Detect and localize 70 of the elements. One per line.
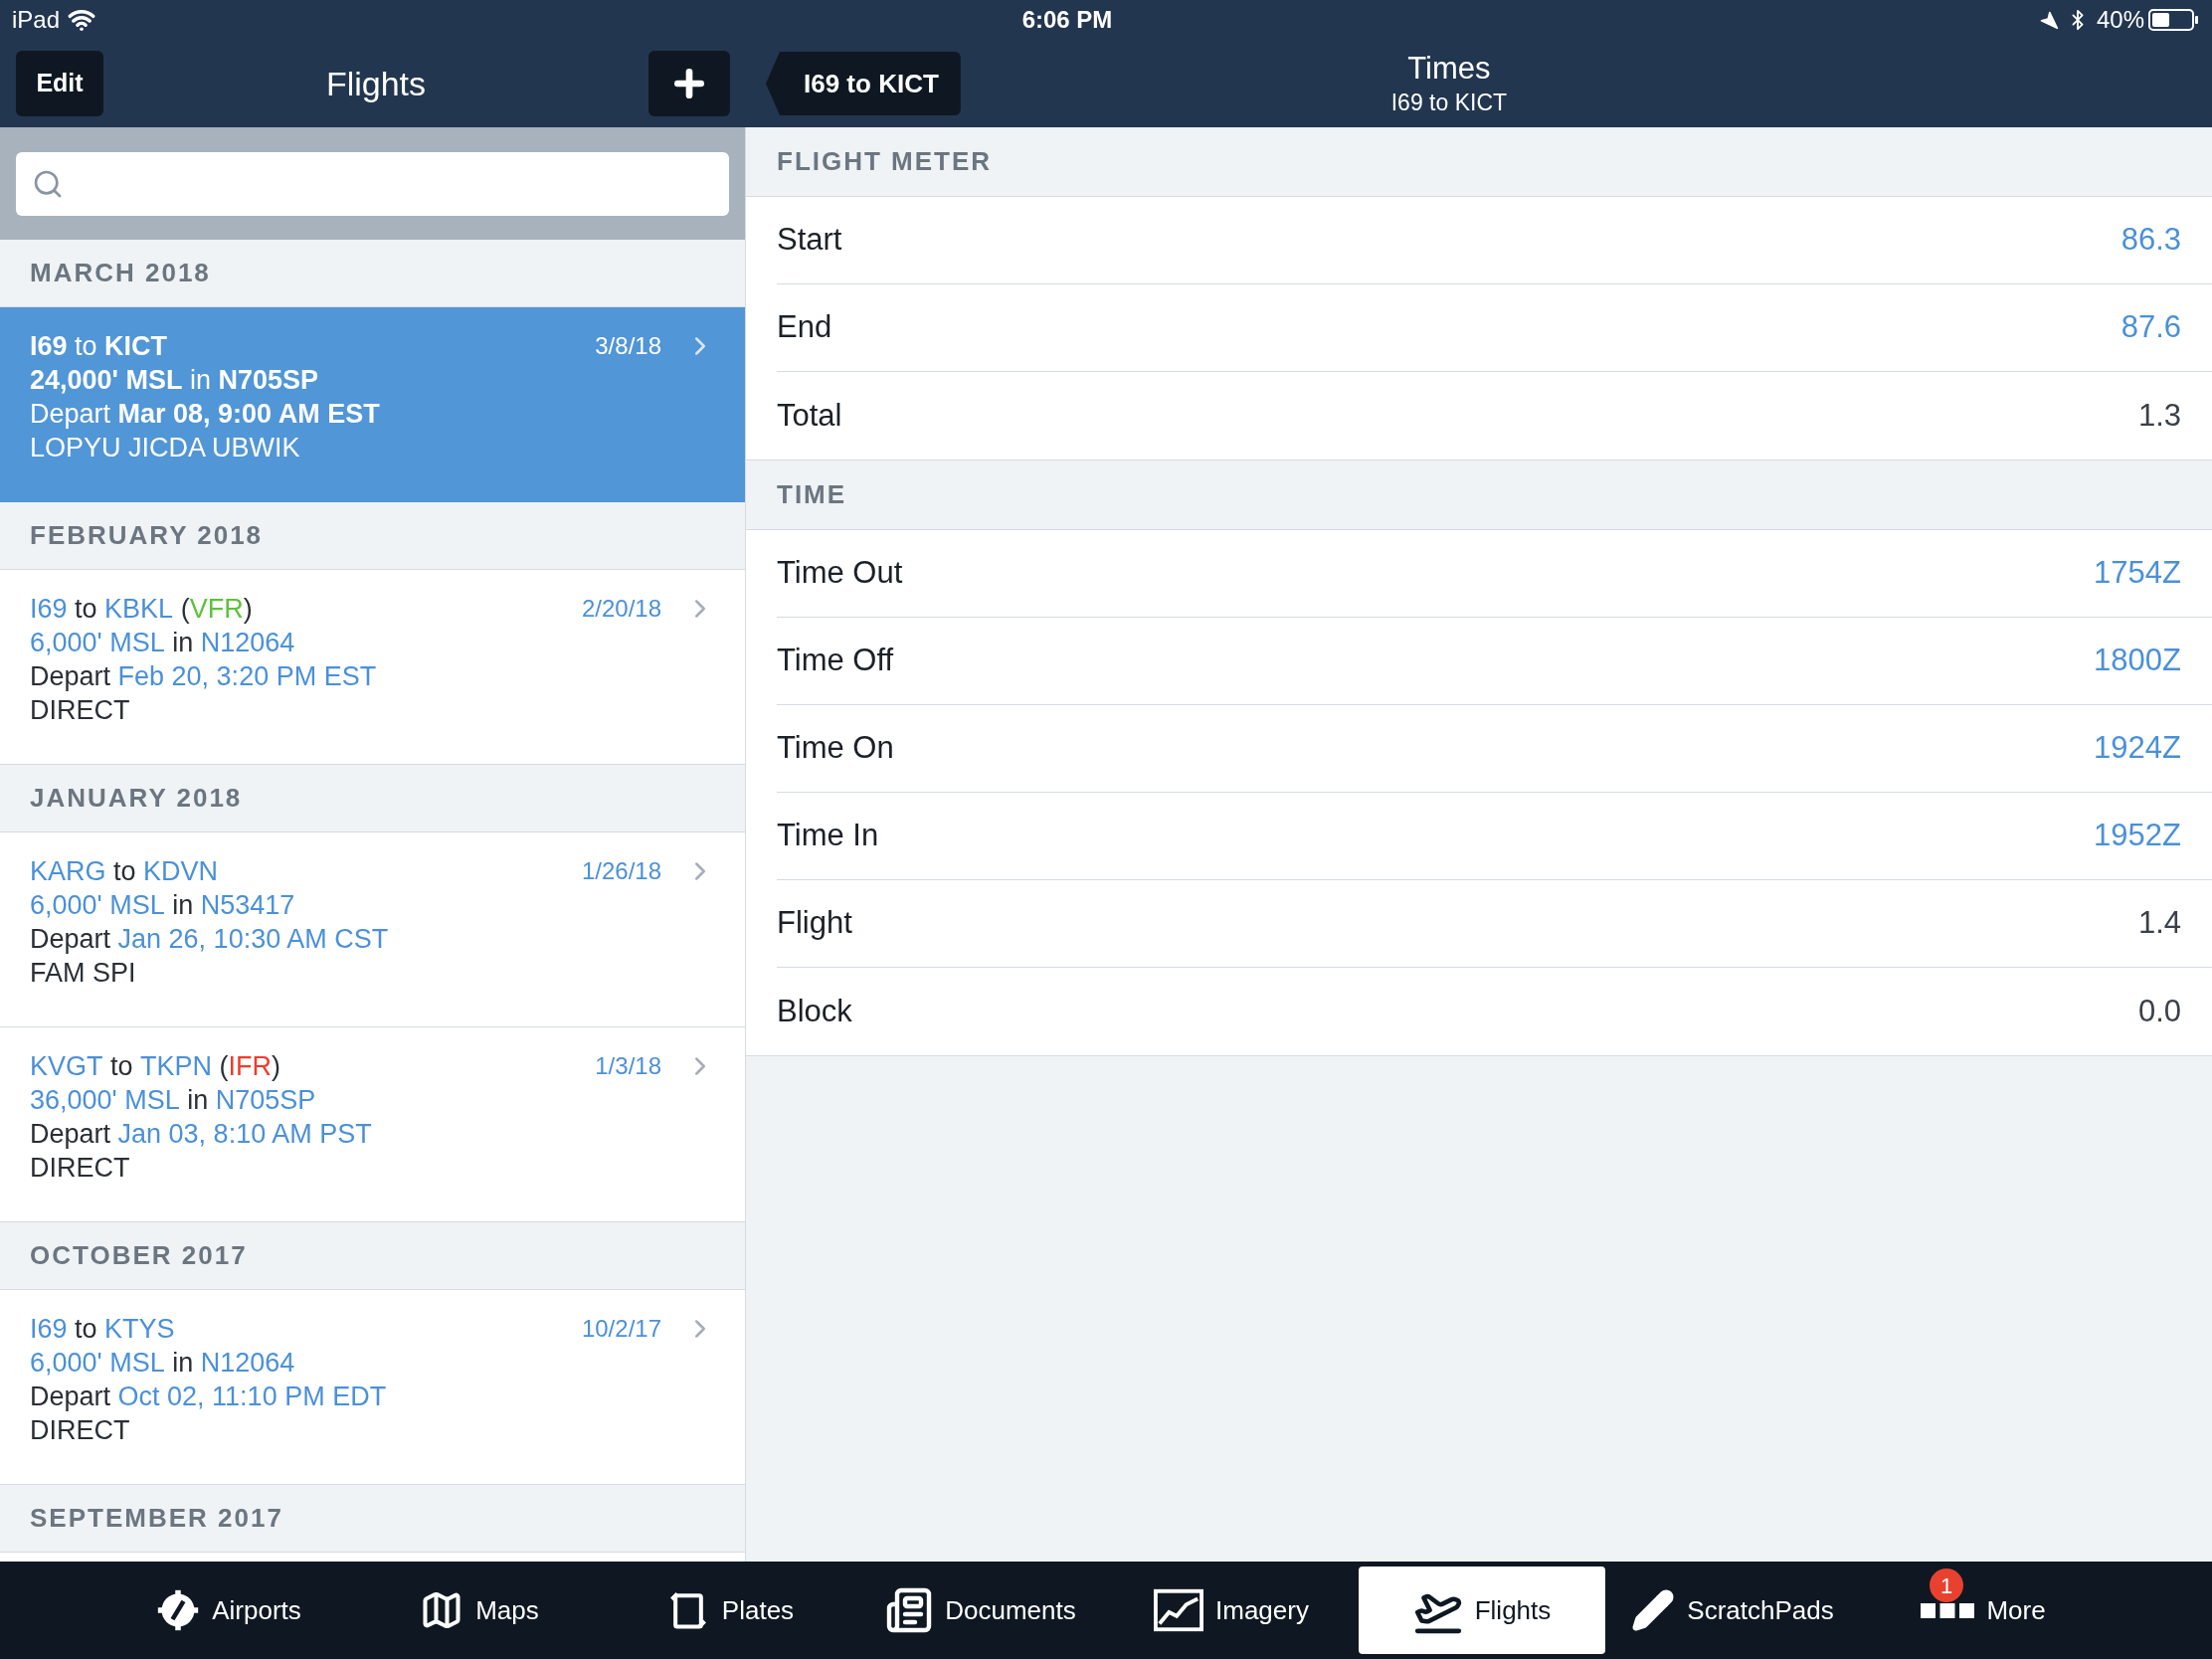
- flight-detail: DIRECT: [30, 1152, 131, 1185]
- row-label: Start: [777, 221, 843, 260]
- flight-date: 2/20/18: [581, 594, 661, 624]
- flight-detail: 6,000' MSL in N12064: [30, 627, 296, 659]
- row-value: 0.0: [2137, 992, 2181, 1030]
- section-header: SEPTEMBER 2017: [30, 1502, 283, 1535]
- location-icon: [2038, 10, 2059, 30]
- flight-detail: LOPYU JICDA UBWIK: [30, 432, 301, 464]
- row-label: Block: [777, 992, 853, 1030]
- row-label: Time In: [777, 817, 880, 855]
- row-label: Flight: [777, 904, 853, 943]
- edit-button[interactable]: Edit: [16, 51, 103, 116]
- tab[interactable]: Plates: [607, 1567, 853, 1654]
- flight-route-title: I69 to KICT: [30, 330, 169, 363]
- flight-detail: FAM SPI: [30, 957, 137, 990]
- section-header: MARCH 2018: [30, 257, 211, 289]
- flight-detail: Depart Mar 08, 9:00 AM EST: [30, 398, 381, 431]
- row-label: Time Out: [777, 554, 904, 593]
- flight-date: 3/8/18: [595, 331, 661, 361]
- row-value: 1.4: [2137, 904, 2181, 943]
- flight-detail: Depart Jan 26, 10:30 AM CST: [30, 923, 390, 956]
- section-header: TIME: [777, 478, 847, 511]
- row-label: Time Off: [777, 642, 895, 680]
- notification-badge: 1: [1930, 1568, 1963, 1602]
- clock: 6:06 PM: [1021, 5, 1113, 35]
- tab[interactable]: ScratchPads: [1609, 1567, 1856, 1654]
- document-icon: [885, 1586, 934, 1634]
- page-subtitle: I69 to KICT: [1390, 89, 1508, 117]
- row-label: End: [777, 308, 833, 347]
- flight-date: 1/3/18: [595, 1051, 661, 1081]
- tab[interactable]: More 1: [1860, 1567, 2107, 1654]
- section-header: FEBRUARY 2018: [30, 519, 264, 552]
- flight-detail: Depart Oct 02, 11:10 PM EDT: [30, 1381, 388, 1413]
- flight-route-title: KVGT to TKPN (IFR): [30, 1050, 282, 1083]
- flight-detail: 36,000' MSL in N705SP: [30, 1084, 317, 1117]
- battery-icon: [2148, 8, 2200, 32]
- flight-route-title: KARG to KDVN: [30, 855, 220, 888]
- flight-date: 10/2/17: [581, 1314, 661, 1344]
- flight-detail: 6,000' MSL in N12064: [30, 1347, 296, 1380]
- search-field[interactable]: [16, 151, 729, 216]
- row-label: Time On: [777, 729, 895, 768]
- section-header: FLIGHT METER: [777, 145, 993, 178]
- battery-percent: 40%: [2096, 5, 2144, 35]
- tab[interactable]: Flights: [1359, 1567, 1605, 1654]
- flight-detail: Depart Feb 20, 3:20 PM EST: [30, 660, 378, 693]
- flight-detail: 6,000' MSL in N53417: [30, 889, 296, 922]
- back-button[interactable]: I69 to KICT: [766, 52, 961, 115]
- image-chart-icon: [1154, 1588, 1204, 1632]
- flight-route-title: I69 to KTYS: [30, 1313, 176, 1346]
- tab[interactable]: Imagery: [1108, 1567, 1355, 1654]
- compass-icon: [156, 1588, 201, 1632]
- page-title: Times: [1407, 50, 1491, 89]
- section-header: JANUARY 2018: [30, 782, 243, 815]
- tab[interactable]: Maps: [356, 1567, 603, 1654]
- flight-detail: DIRECT: [30, 1414, 131, 1447]
- tab[interactable]: Documents: [857, 1567, 1104, 1654]
- flight-route-title: I69 to KBKL (VFR): [30, 593, 254, 626]
- flight-detail: Depart Jan 03, 8:10 AM PST: [30, 1118, 373, 1151]
- row-value: 1.3: [2137, 396, 2181, 435]
- flight-date: 1/26/18: [581, 856, 661, 886]
- dots-icon: [1921, 1602, 1975, 1618]
- section-header: OCTOBER 2017: [30, 1239, 248, 1272]
- add-button[interactable]: [648, 51, 730, 116]
- device-name: iPad: [12, 5, 61, 35]
- row-label: Total: [777, 396, 843, 435]
- panel-title: Flights: [325, 63, 427, 104]
- tab[interactable]: Airports: [105, 1567, 352, 1654]
- pencil-icon: [1631, 1588, 1676, 1632]
- flight-detail: 24,000' MSL in N705SP: [30, 364, 320, 397]
- flight-detail: DIRECT: [30, 694, 131, 727]
